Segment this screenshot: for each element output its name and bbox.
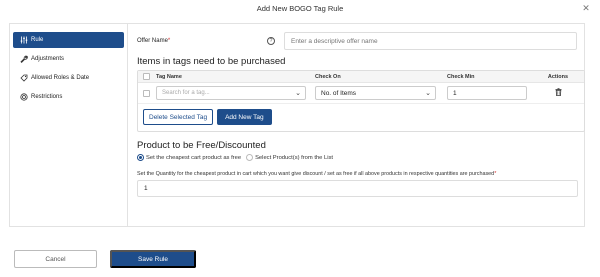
- option-label: Select Product(s) from the List: [255, 154, 334, 161]
- sidebar-item-label: Adjustments: [31, 56, 65, 62]
- option-select-products[interactable]: Select Product(s) from the List: [246, 154, 333, 161]
- column-header-check-min: Check Min: [447, 73, 475, 80]
- help-icon[interactable]: ?: [267, 37, 275, 45]
- tag-search-placeholder: Search for a tag...: [162, 90, 210, 96]
- column-header-check-on: Check On: [315, 73, 341, 80]
- add-new-tag-button[interactable]: Add New Tag: [217, 109, 272, 125]
- sidebar-item-rule[interactable]: Rule: [13, 32, 124, 48]
- option-cheapest-free[interactable]: Set the cheapest cart product as free: [137, 154, 241, 161]
- sidebar-item-adjustments[interactable]: Adjustments: [13, 51, 124, 67]
- discount-options: Set the cheapest cart product as free Se…: [137, 154, 577, 161]
- delete-selected-tag-button[interactable]: Delete Selected Tag: [143, 109, 214, 125]
- wrench-icon: [19, 55, 28, 64]
- tag-search-select[interactable]: Search for a tag... ⌄: [156, 86, 306, 100]
- cancel-button[interactable]: Cancel: [14, 250, 97, 268]
- option-label: Set the cheapest cart product as free: [146, 154, 242, 161]
- sidebar-item-label: Restrictions: [31, 94, 63, 100]
- offer-name-input[interactable]: [284, 32, 577, 50]
- tags-table: Tag Name Check On Check Min Actions Sear…: [137, 70, 585, 132]
- check-on-select[interactable]: No. of Items ⌄: [315, 86, 436, 100]
- table-header: Tag Name Check On Check Min Actions: [138, 71, 584, 83]
- chevron-down-icon: ⌄: [425, 90, 431, 97]
- tags-actions: Delete Selected Tag Add New Tag: [138, 103, 584, 131]
- offer-name-label: Offer Name*: [137, 38, 171, 44]
- check-on-value: No. of Items: [321, 89, 357, 97]
- required-mark: *: [167, 38, 171, 44]
- restrictions-icon: [19, 93, 28, 102]
- save-rule-button[interactable]: Save Rule: [110, 250, 196, 268]
- quantity-label: Set the Quantity for the cheapest produc…: [137, 171, 497, 177]
- rule-editor-panel: Rule Adjustments Allowed Roles & Date Re…: [9, 23, 585, 227]
- table-row: Search for a tag... ⌄ No. of Items ⌄ 1: [138, 83, 584, 103]
- sidebar: Rule Adjustments Allowed Roles & Date Re…: [10, 24, 128, 226]
- discount-section-title: Product to be Free/Discounted: [137, 140, 266, 151]
- tag-icon: [19, 74, 28, 83]
- trash-icon[interactable]: [555, 88, 562, 98]
- chevron-down-icon: ⌄: [295, 90, 301, 97]
- sliders-icon: [19, 36, 28, 45]
- modal-title: Add New BOGO Tag Rule: [256, 4, 344, 13]
- sidebar-item-label: Rule: [31, 37, 44, 43]
- column-header-actions: Actions: [547, 73, 569, 80]
- radio-unselected[interactable]: [246, 154, 254, 161]
- select-all-checkbox[interactable]: [142, 73, 150, 80]
- column-header-tag-name: Tag Name: [156, 73, 182, 80]
- tags-section-title: Items in tags need to be purchased: [137, 56, 286, 67]
- check-min-input[interactable]: 1: [447, 86, 527, 100]
- sidebar-item-restrictions[interactable]: Restrictions: [13, 89, 124, 105]
- rule-form: Offer Name* ? Items in tags need to be p…: [129, 24, 585, 226]
- close-icon[interactable]: ✕: [581, 3, 591, 13]
- quantity-input[interactable]: 1: [137, 180, 578, 197]
- offer-name-row: Offer Name* ?: [137, 32, 577, 50]
- radio-selected[interactable]: [137, 154, 144, 161]
- sidebar-item-allowed-roles-date[interactable]: Allowed Roles & Date: [13, 70, 124, 86]
- required-mark: *: [494, 171, 497, 177]
- row-checkbox[interactable]: [142, 89, 150, 97]
- sidebar-item-label: Allowed Roles & Date: [31, 75, 90, 81]
